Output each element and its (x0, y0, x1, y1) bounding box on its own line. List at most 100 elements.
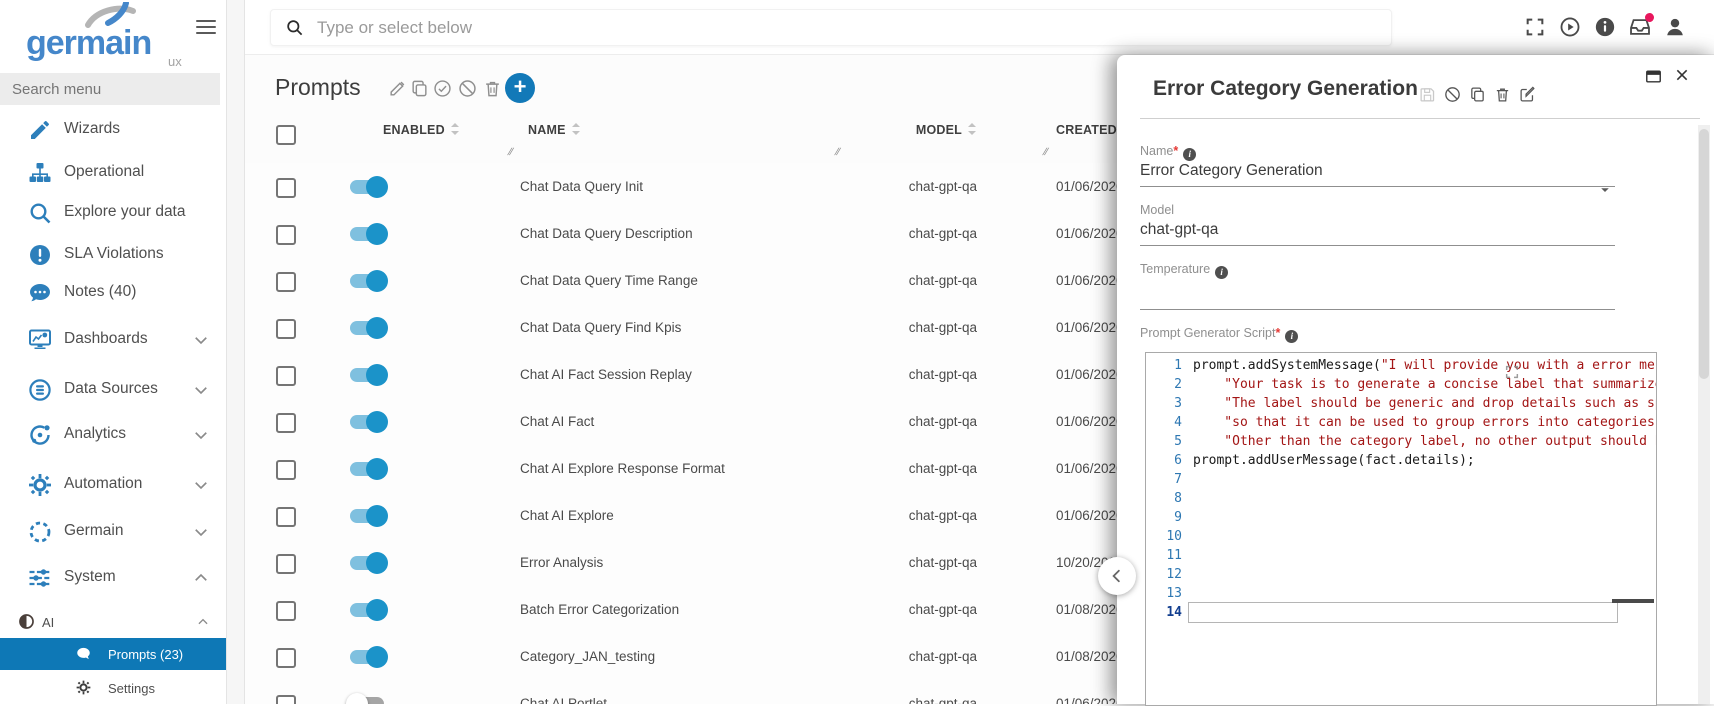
sidebar-item-operational[interactable]: Operational (0, 154, 226, 192)
chevron-down-icon[interactable] (192, 426, 210, 444)
model-cell: chat-gpt-qa (777, 414, 977, 429)
close-icon[interactable] (1674, 67, 1690, 83)
sort-icon[interactable] (967, 123, 977, 135)
enabled-toggle[interactable] (350, 697, 384, 704)
column-header-model[interactable]: MODEL (777, 123, 977, 137)
sidebar-item-data-sources[interactable]: Data Sources (0, 371, 226, 409)
sidebar-item-settings[interactable]: Settings (0, 672, 226, 704)
enabled-toggle[interactable] (350, 274, 384, 288)
disable-icon[interactable] (458, 79, 477, 98)
enabled-toggle[interactable] (350, 415, 384, 429)
sidebar-item-notes-40[interactable]: Notes (40) (0, 274, 226, 312)
line-number: 13 (1146, 584, 1182, 603)
enabled-toggle[interactable] (350, 368, 384, 382)
chevron-down-icon[interactable] (192, 523, 210, 541)
edit-icon[interactable] (388, 79, 407, 98)
chat-icon (76, 646, 91, 661)
sidebar-item-system[interactable]: System (0, 559, 226, 597)
row-checkbox[interactable] (276, 225, 296, 245)
row-checkbox[interactable] (276, 507, 296, 527)
sidebar-item-germain[interactable]: Germain (0, 513, 226, 551)
global-search-input[interactable] (315, 10, 1319, 45)
fullscreen-icon[interactable] (1524, 16, 1546, 38)
column-header-name[interactable]: NAME (528, 123, 581, 137)
enabled-toggle[interactable] (350, 556, 384, 570)
sidebar-item-dashboards[interactable]: Dashboards (0, 321, 226, 359)
panel-collapse-button[interactable] (1098, 557, 1136, 595)
chevron-up-icon[interactable] (196, 615, 210, 629)
row-checkbox[interactable] (276, 601, 296, 621)
chevron-down-icon[interactable] (192, 381, 210, 399)
duplicate-icon[interactable] (410, 79, 429, 98)
window-maximize-icon[interactable] (1645, 68, 1662, 85)
sidebar-scrollbar[interactable] (226, 0, 245, 704)
row-checkbox[interactable] (276, 178, 296, 198)
info-icon[interactable] (1594, 16, 1616, 38)
sidebar-item-analytics[interactable]: Analytics (0, 416, 226, 454)
model-cell: chat-gpt-qa (777, 226, 977, 241)
row-checkbox[interactable] (276, 319, 296, 339)
save-icon[interactable] (1419, 86, 1436, 103)
disable-icon[interactable] (1444, 86, 1461, 103)
inbox-icon[interactable] (1629, 16, 1651, 38)
sidebar-search-input[interactable] (0, 73, 220, 105)
sidebar-item-explore-your-data[interactable]: Explore your data (0, 194, 226, 232)
enabled-toggle[interactable] (350, 180, 384, 194)
column-resize-handle[interactable]: // (506, 147, 513, 158)
row-checkbox[interactable] (276, 366, 296, 386)
sidebar-item-automation[interactable]: Automation (0, 466, 226, 504)
duplicate-icon[interactable] (1469, 86, 1486, 103)
play-icon[interactable] (1559, 16, 1581, 38)
sort-icon[interactable] (571, 123, 581, 135)
info-icon[interactable]: i (1183, 148, 1196, 161)
sidebar-item-label: SLA Violations (64, 245, 164, 263)
add-button[interactable]: + (505, 73, 535, 103)
approve-icon[interactable] (433, 79, 452, 98)
code-token-code: prompt.addSystemMessage( (1193, 358, 1381, 373)
user-icon[interactable] (1664, 16, 1686, 38)
enabled-toggle[interactable] (350, 650, 384, 664)
delete-icon[interactable] (1494, 86, 1511, 103)
code-line (1193, 584, 1656, 603)
row-checkbox[interactable] (276, 272, 296, 292)
enabled-toggle[interactable] (350, 509, 384, 523)
select-all-checkbox[interactable] (276, 125, 296, 145)
model-cell: chat-gpt-qa (777, 508, 977, 523)
chevron-down-icon[interactable] (192, 331, 210, 349)
created-cell: 01/06/2026 (1056, 320, 1124, 335)
name-field[interactable]: Error Category Generation (1140, 162, 1615, 187)
chevron-down-icon[interactable] (1598, 183, 1612, 197)
panel-scrollbar-thumb[interactable] (1699, 129, 1709, 379)
column-resize-handle[interactable]: // (1041, 147, 1048, 158)
code-editor[interactable]: 1234567891011121314 prompt.addSystemMess… (1145, 352, 1657, 706)
row-checkbox[interactable] (276, 554, 296, 574)
enabled-toggle[interactable] (350, 321, 384, 335)
row-checkbox[interactable] (276, 648, 296, 668)
name-cell: Chat Data Query Description (520, 226, 770, 241)
enabled-toggle[interactable] (350, 603, 384, 617)
menu-hamburger-icon[interactable] (196, 20, 216, 36)
sidebar-item-wizards[interactable]: Wizards (0, 111, 226, 149)
chevron-up-icon[interactable] (192, 569, 210, 587)
sidebar-section-ai[interactable]: AI (0, 610, 226, 634)
column-header-enabled[interactable]: ENABLED (383, 123, 460, 137)
info-icon[interactable]: i (1215, 266, 1228, 279)
edit-icon[interactable] (1519, 86, 1536, 103)
row-checkbox[interactable] (276, 695, 296, 704)
enabled-toggle[interactable] (350, 462, 384, 476)
column-resize-handle[interactable]: // (833, 147, 840, 158)
expand-icon[interactable] (1504, 364, 1520, 380)
column-header-created[interactable]: CREATED ( (1056, 123, 1125, 137)
model-select[interactable]: chat-gpt-qa (1140, 221, 1615, 246)
temperature-field[interactable] (1140, 283, 1615, 310)
info-icon[interactable]: i (1285, 330, 1298, 343)
sort-icon[interactable] (450, 123, 460, 135)
chevron-down-icon[interactable] (192, 476, 210, 494)
delete-icon[interactable] (483, 79, 502, 98)
sidebar-item-prompts-23[interactable]: Prompts (23) (0, 638, 226, 670)
row-checkbox[interactable] (276, 460, 296, 480)
enabled-toggle[interactable] (350, 227, 384, 241)
row-checkbox[interactable] (276, 413, 296, 433)
editor-scrollbar-thumb[interactable] (1612, 599, 1654, 603)
sidebar-item-sla-violations[interactable]: SLA Violations (0, 236, 226, 274)
